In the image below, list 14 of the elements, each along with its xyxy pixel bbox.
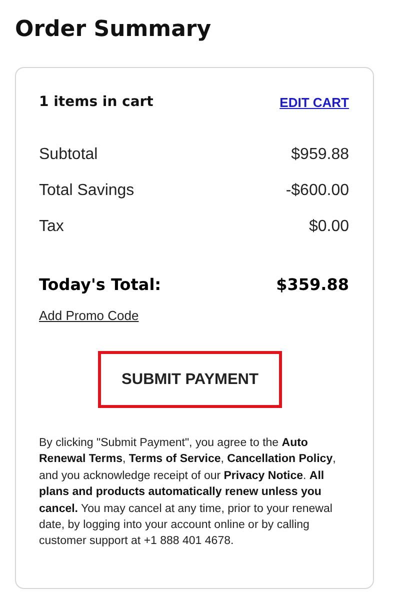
submit-payment-button[interactable]: SUBMIT PAYMENT bbox=[98, 351, 282, 408]
legal-text: By clicking "Submit Payment", you agree to the Auto Renewal Terms, Terms of Service, Cancellation Policy, and you acknowledge receipt of our Privacy Notice. All plans and products automatically renew unless you cancel. You may cancel at any time, prior to your renewal date, by logging into your account online or by calling customer support at +1 888 401 4678. bbox=[39, 436, 337, 550]
line-label: Subtotal bbox=[39, 145, 98, 165]
line-amount: -$600.00 bbox=[286, 181, 349, 201]
total-amount: $359.88 bbox=[276, 275, 349, 294]
edit-cart-link[interactable]: EDIT CART bbox=[280, 94, 349, 110]
promo-code-link[interactable]: Add Promo Code bbox=[39, 308, 139, 323]
line-label: Total Savings bbox=[39, 181, 134, 201]
page-title: Order Summary bbox=[15, 17, 212, 44]
line-amount: $959.88 bbox=[291, 145, 349, 165]
total-label: Today's Total: bbox=[39, 275, 162, 294]
line-label: Tax bbox=[39, 217, 64, 237]
line-amount: $0.00 bbox=[308, 217, 349, 237]
cart-count: 1 items in cart bbox=[39, 94, 154, 110]
